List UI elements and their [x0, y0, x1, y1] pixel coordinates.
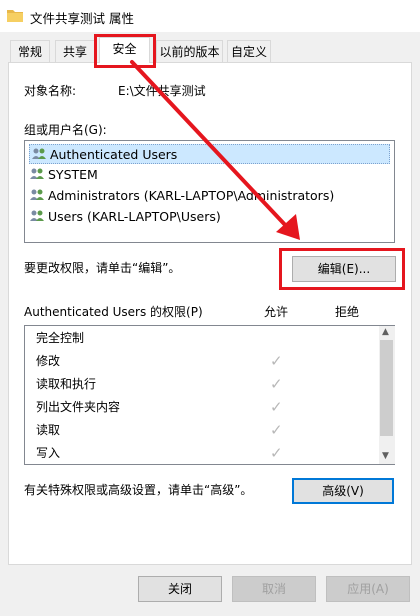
allow-column-header: 允许 [264, 305, 289, 319]
tab-previous-versions[interactable]: 以前的版本 [156, 40, 223, 62]
tab-general[interactable]: 常规 [10, 40, 50, 62]
tab-customize[interactable]: 自定义 [227, 40, 271, 62]
cancel-button[interactable]: 取消 [232, 576, 316, 602]
user-group-icon [30, 168, 44, 179]
user-group-icon [30, 189, 44, 200]
scroll-down-icon[interactable]: ▼ [382, 451, 389, 461]
group-name: SYSTEM [48, 166, 98, 182]
scroll-thumb[interactable] [380, 340, 393, 436]
deny-column-header: 拒绝 [335, 305, 360, 319]
title-bar: 文件共享测试 属性 [0, 0, 420, 32]
edit-button[interactable]: 编辑(E)... [292, 256, 396, 282]
apply-button[interactable]: 应用(A) [326, 576, 410, 602]
group-name: Users (KARL-LAPTOP\Users) [48, 208, 221, 224]
group-list-label: 组或用户名(G): [24, 123, 107, 137]
permission-write: 写入 [36, 446, 61, 460]
group-list: Authenticated Users SYSTEM Administrator… [24, 140, 395, 243]
permission-modify: 修改 [36, 354, 61, 368]
permissions-scrollbar[interactable]: ▲ ▼ [379, 326, 395, 464]
list-item-users[interactable]: Users (KARL-LAPTOP\Users) [29, 206, 221, 226]
object-name-label: 对象名称: [24, 84, 77, 98]
tab-sharing[interactable]: 共享 [55, 40, 95, 62]
folder-icon [7, 10, 23, 22]
check-icon: ✓ [270, 398, 283, 416]
user-group-icon [32, 148, 46, 159]
group-name: Administrators (KARL-LAPTOP\Administrato… [48, 187, 335, 203]
check-icon: ✓ [270, 421, 283, 439]
advanced-button[interactable]: 高级(V) [292, 478, 394, 504]
tab-security[interactable]: 安全 [99, 37, 150, 63]
user-group-icon [30, 210, 44, 221]
change-permissions-hint: 要更改权限，请单击“编辑”。 [24, 261, 181, 275]
list-item-system[interactable]: SYSTEM [29, 164, 98, 184]
window-title: 文件共享测试 属性 [30, 11, 134, 26]
list-item-authenticated-users[interactable]: Authenticated Users [29, 144, 390, 164]
permission-read: 读取 [36, 423, 61, 437]
list-item-administrators[interactable]: Administrators (KARL-LAPTOP\Administrato… [29, 185, 334, 205]
permissions-header: Authenticated Users 的权限(P) [24, 305, 203, 319]
advanced-hint: 有关特殊权限或高级设置，请单击“高级”。 [24, 483, 253, 497]
object-name-value: E:\文件共享测试 [118, 84, 206, 98]
group-name: Authenticated Users [50, 146, 178, 162]
permission-full-control: 完全控制 [36, 331, 85, 345]
close-button[interactable]: 关闭 [138, 576, 222, 602]
check-icon: ✓ [270, 352, 283, 370]
permission-list-folder: 列出文件夹内容 [36, 400, 121, 414]
scroll-up-icon[interactable]: ▲ [382, 327, 389, 337]
permission-read-execute: 读取和执行 [36, 377, 97, 391]
check-icon: ✓ [270, 444, 283, 462]
check-icon: ✓ [270, 375, 283, 393]
